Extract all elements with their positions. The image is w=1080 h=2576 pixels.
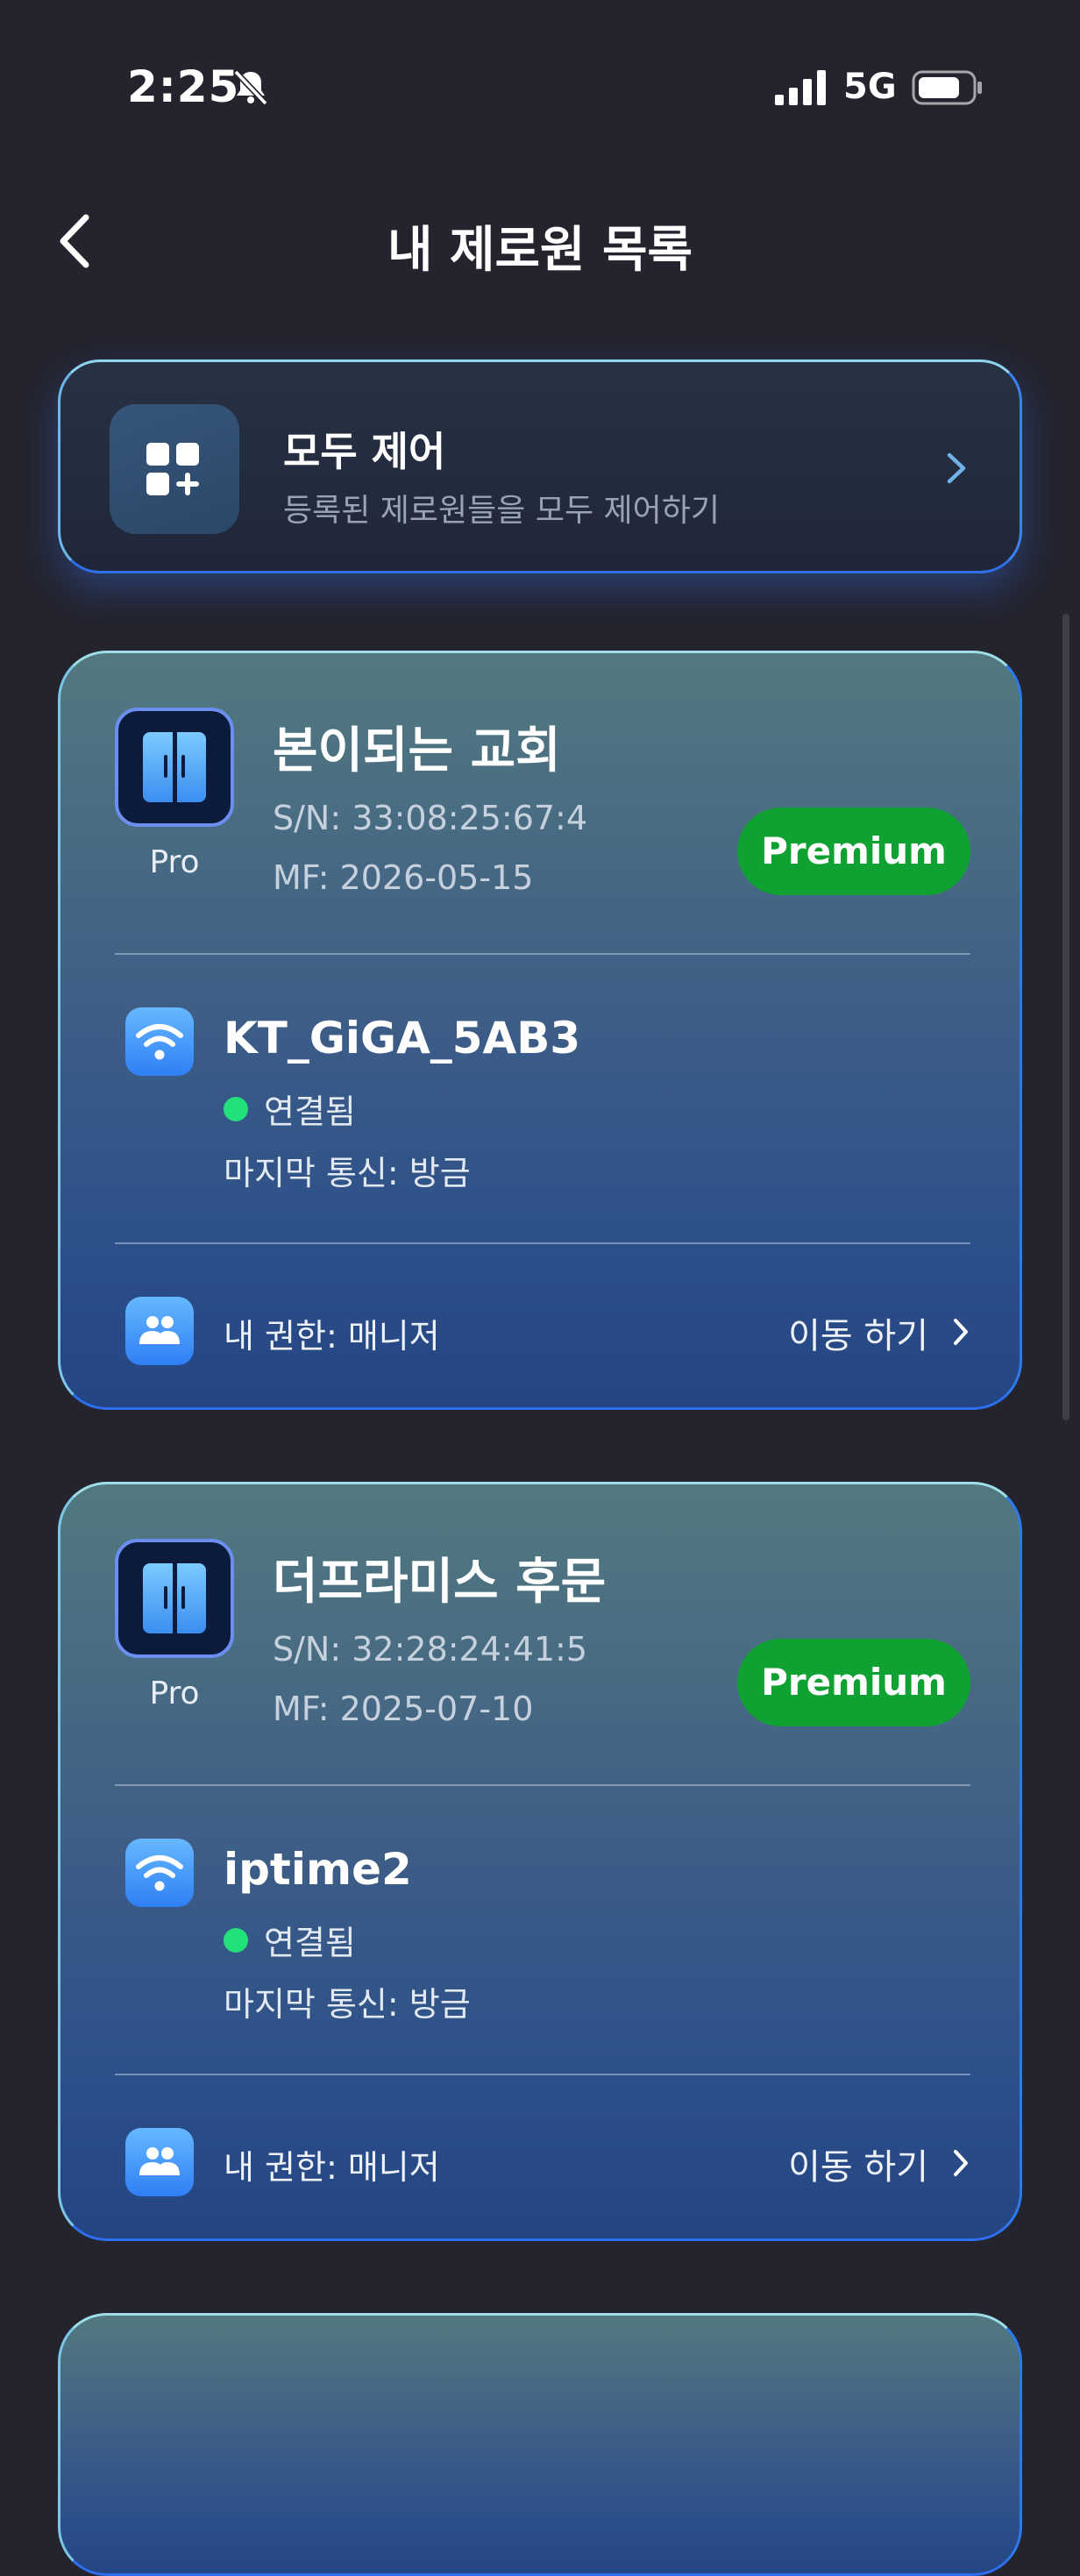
connected-dot [224,1097,248,1121]
connection-status: 연결됨 [264,1924,356,1962]
battery-icon [912,70,982,105]
wifi-ssid: iptime2 [224,1844,412,1895]
device-card[interactable] [58,2313,1022,2576]
device-name: 본이되는 교회 [273,722,561,779]
go-to-device-button[interactable]: 이동 하기 [769,2131,979,2193]
wifi-icon [125,1839,194,1907]
divider [115,2074,970,2075]
scrollbar[interactable] [1062,614,1069,1420]
device-card[interactable]: Pro 본이되는 교회 S/N: 33:08:25:67:4 MF: 2026-… [58,651,1022,1410]
last-communication: 마지막 통신: 방금 [224,1154,471,1192]
door-lock-icon [115,708,234,827]
connection-status: 연결됨 [264,1092,356,1131]
device-serial: S/N: 32:28:24:41:5 [273,1630,588,1669]
go-label: 이동 하기 [788,2147,928,2188]
control-all-icon-box [110,404,239,534]
page-title: 내 제로원 목록 [387,222,693,279]
wifi-ssid: KT_GiGA_5AB3 [224,1013,581,1064]
my-role: 내 권한: 매니저 [224,1317,440,1356]
users-icon [125,1297,194,1365]
status-time: 2:25 [127,61,240,112]
go-to-device-button[interactable]: 이동 하기 [769,1300,979,1362]
device-manufactured: MF: 2025-07-10 [273,1690,534,1728]
control-all-card[interactable]: 모두 제어 등록된 제로원들을 모두 제어하기 [58,359,1022,573]
chevron-right-icon [954,1319,968,1345]
divider [115,953,970,955]
last-communication: 마지막 통신: 방금 [224,1985,471,2024]
status-bar: 2:25 5G [0,0,1080,175]
bell-off-icon [233,69,268,106]
premium-badge: Premium [737,1639,970,1726]
device-type: Pro [149,844,200,880]
device-type: Pro [149,1676,200,1711]
control-all-title: 모두 제어 [283,428,446,475]
device-serial: S/N: 33:08:25:67:4 [273,799,588,837]
connected-dot [224,1928,248,1953]
wifi-icon [125,1007,194,1076]
device-name: 더프라미스 후문 [273,1554,607,1611]
door-lock-icon [115,1539,234,1658]
divider [115,1242,970,1244]
premium-badge: Premium [737,808,970,895]
network-type: 5G [843,67,897,107]
chevron-right-icon [954,2150,968,2176]
go-label: 이동 하기 [788,1316,928,1356]
chevron-right-icon [947,452,966,484]
device-manufactured: MF: 2026-05-15 [273,858,534,897]
my-role: 내 권한: 매니저 [224,2148,440,2187]
signal-icon [775,70,826,105]
grid-add-icon [146,443,199,495]
users-icon [125,2128,194,2196]
device-card[interactable]: Pro 더프라미스 후문 S/N: 32:28:24:41:5 MF: 2025… [58,1482,1022,2241]
divider [115,1784,970,1786]
control-all-subtitle: 등록된 제로원들을 모두 제어하기 [283,493,721,529]
